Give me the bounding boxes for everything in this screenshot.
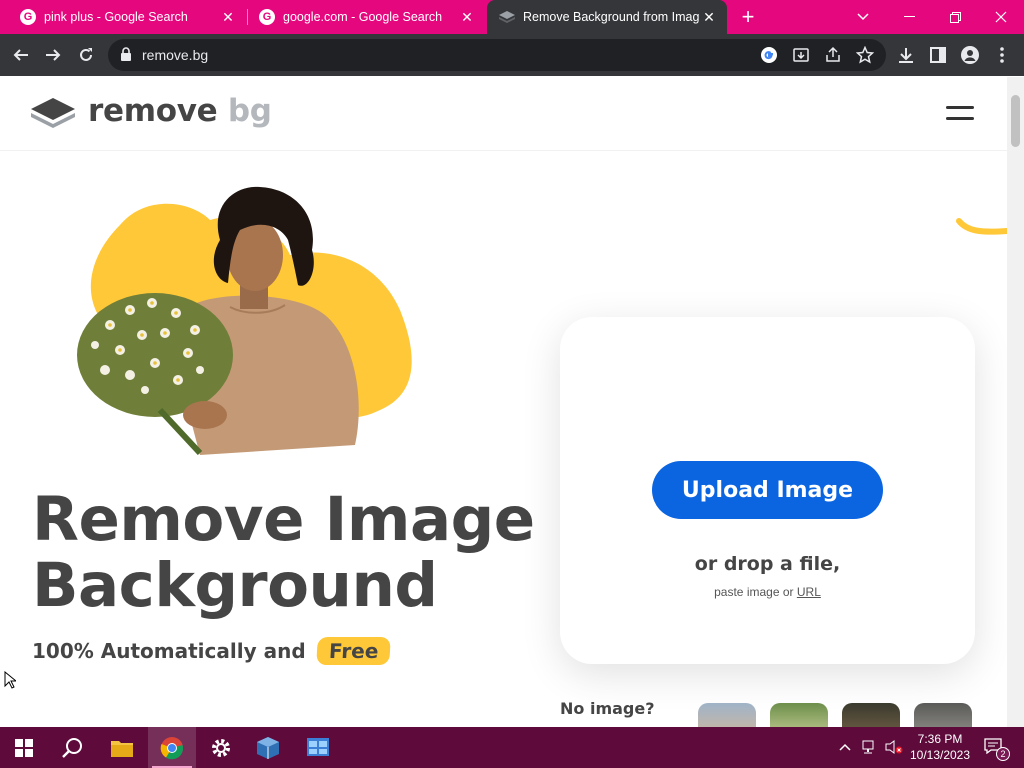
no-image-label: No image? [560, 699, 655, 718]
removebg-logo-icon[interactable] [30, 97, 76, 134]
url-link[interactable]: URL [797, 585, 821, 599]
sample-image-thumbnail[interactable] [698, 703, 756, 727]
free-badge: Free [315, 637, 391, 665]
address-bar[interactable]: remove.bg [108, 39, 886, 71]
removebg-favicon-icon [499, 9, 515, 25]
notification-count-badge: 2 [996, 747, 1010, 761]
settings-gear-icon[interactable] [197, 727, 245, 768]
profile-avatar-icon[interactable] [958, 43, 982, 67]
scrollbar-thumb[interactable] [1011, 95, 1020, 147]
minimize-button[interactable] [886, 0, 932, 34]
show-hidden-icons-icon[interactable] [839, 739, 851, 754]
browser-toolbar: remove.bg [0, 34, 1024, 76]
chrome-taskbar-icon[interactable] [148, 727, 196, 768]
hero-image [50, 185, 430, 460]
hero-title-line-2: Background [32, 550, 438, 621]
close-tab-icon[interactable]: ✕ [218, 9, 238, 26]
yellow-squiggle-decoration [955, 217, 1010, 246]
google-lens-icon[interactable] [760, 46, 778, 69]
browser-tab-strip: G pink plus - Google Search ✕ G google.c… [0, 0, 1024, 34]
close-window-button[interactable] [978, 0, 1024, 34]
menu-hamburger-icon[interactable] [946, 103, 976, 123]
sample-image-thumbnail[interactable] [770, 703, 828, 727]
side-panel-icon[interactable] [926, 43, 950, 67]
share-icon[interactable] [824, 46, 842, 69]
windows-taskbar: 7:36 PM 10/13/2023 2 [0, 727, 1024, 768]
sample-image-thumbnail[interactable] [914, 703, 972, 727]
drop-file-text: or drop a file, [694, 553, 841, 575]
virtualbox-icon[interactable] [244, 727, 292, 768]
logo-part-remove: remove [88, 93, 218, 129]
new-tab-button[interactable]: + [737, 5, 759, 29]
tab-title: pink plus - Google Search [44, 10, 188, 24]
media-creation-tool-icon[interactable] [294, 727, 342, 768]
hero-title: Remove Image Background [32, 487, 552, 619]
file-explorer-icon[interactable] [98, 727, 146, 768]
restore-button[interactable] [932, 0, 978, 34]
bookmark-star-icon[interactable] [855, 45, 875, 69]
lock-icon[interactable] [120, 47, 132, 66]
tab-search-icon[interactable] [840, 0, 886, 34]
reload-button[interactable] [74, 43, 98, 67]
back-button[interactable] [9, 43, 33, 67]
site-header: remove bg [0, 77, 1007, 151]
start-button[interactable] [0, 727, 48, 768]
upload-image-button[interactable]: Upload Image [652, 461, 883, 519]
volume-muted-icon[interactable] [885, 740, 903, 757]
paste-prefix-text: paste image or [714, 585, 794, 599]
sample-image-thumbnail[interactable] [842, 703, 900, 727]
install-app-icon[interactable] [792, 46, 810, 69]
tab-pink-plus[interactable]: G pink plus - Google Search ✕ [0, 0, 246, 34]
page-scrollbar[interactable] [1007, 77, 1024, 727]
google-favicon-icon: G [259, 9, 275, 25]
site-logo-text[interactable]: remove bg [88, 93, 272, 129]
upload-card: Upload Image or drop a file, paste image… [560, 317, 975, 664]
tab-google-com[interactable]: G google.com - Google Search ✕ [239, 0, 485, 34]
web-page: remove bg Remove Image Background 100% A… [0, 77, 1024, 727]
close-tab-icon[interactable]: ✕ [699, 9, 719, 26]
network-icon[interactable] [862, 740, 878, 757]
google-favicon-icon: G [20, 9, 36, 25]
paste-image-hint: paste image or URL [560, 585, 975, 599]
forward-button[interactable] [41, 43, 65, 67]
chrome-menu-icon[interactable] [990, 43, 1014, 67]
tab-remove-bg[interactable]: Remove Background from Image ✕ [487, 0, 727, 34]
tab-title: google.com - Google Search [283, 10, 443, 24]
url-text: remove.bg [142, 47, 209, 63]
system-clock[interactable]: 7:36 PM 10/13/2023 [905, 731, 975, 763]
logo-part-bg: bg [227, 93, 272, 129]
downloads-icon[interactable] [894, 43, 918, 67]
tab-title: Remove Background from Image [523, 10, 699, 24]
hero-title-line-1: Remove Image [32, 484, 535, 555]
mouse-cursor-icon [4, 670, 18, 694]
search-icon[interactable] [48, 727, 96, 768]
hero-subtitle: 100% Automatically and Free [32, 637, 391, 665]
clock-date: 10/13/2023 [909, 748, 971, 762]
hero-subtitle-text: 100% Automatically and [32, 639, 306, 663]
clock-time: 7:36 PM [917, 732, 963, 746]
close-tab-icon[interactable]: ✕ [457, 9, 477, 26]
